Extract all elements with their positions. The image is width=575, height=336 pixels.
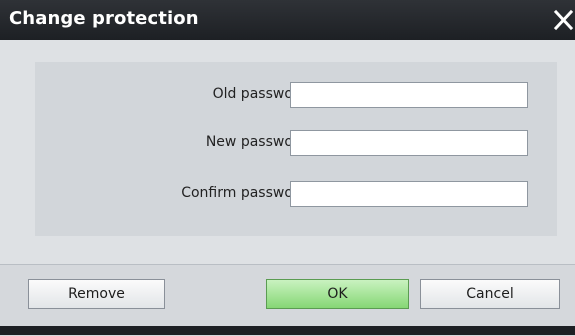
change-protection-dialog: Change protection Old password: New pass… bbox=[0, 0, 575, 336]
ok-button[interactable]: OK bbox=[266, 279, 409, 309]
cancel-button[interactable]: Cancel bbox=[420, 279, 560, 309]
new-password-input[interactable] bbox=[290, 130, 528, 156]
dialog-body: Old password: New password: Confirm pass… bbox=[0, 40, 575, 336]
old-password-input[interactable] bbox=[290, 82, 528, 108]
remove-button[interactable]: Remove bbox=[28, 279, 165, 309]
old-password-row: Old password: bbox=[35, 81, 557, 109]
new-password-row: New password: bbox=[35, 129, 557, 157]
dialog-title: Change protection bbox=[9, 8, 199, 29]
close-button[interactable] bbox=[551, 6, 575, 34]
dialog-bottom-border bbox=[0, 326, 575, 335]
close-icon bbox=[553, 9, 574, 31]
confirm-password-row: Confirm password: bbox=[35, 180, 557, 208]
password-form: Old password: New password: Confirm pass… bbox=[35, 62, 557, 236]
dialog-title-bar[interactable]: Change protection bbox=[0, 0, 575, 40]
confirm-password-input[interactable] bbox=[290, 181, 528, 207]
